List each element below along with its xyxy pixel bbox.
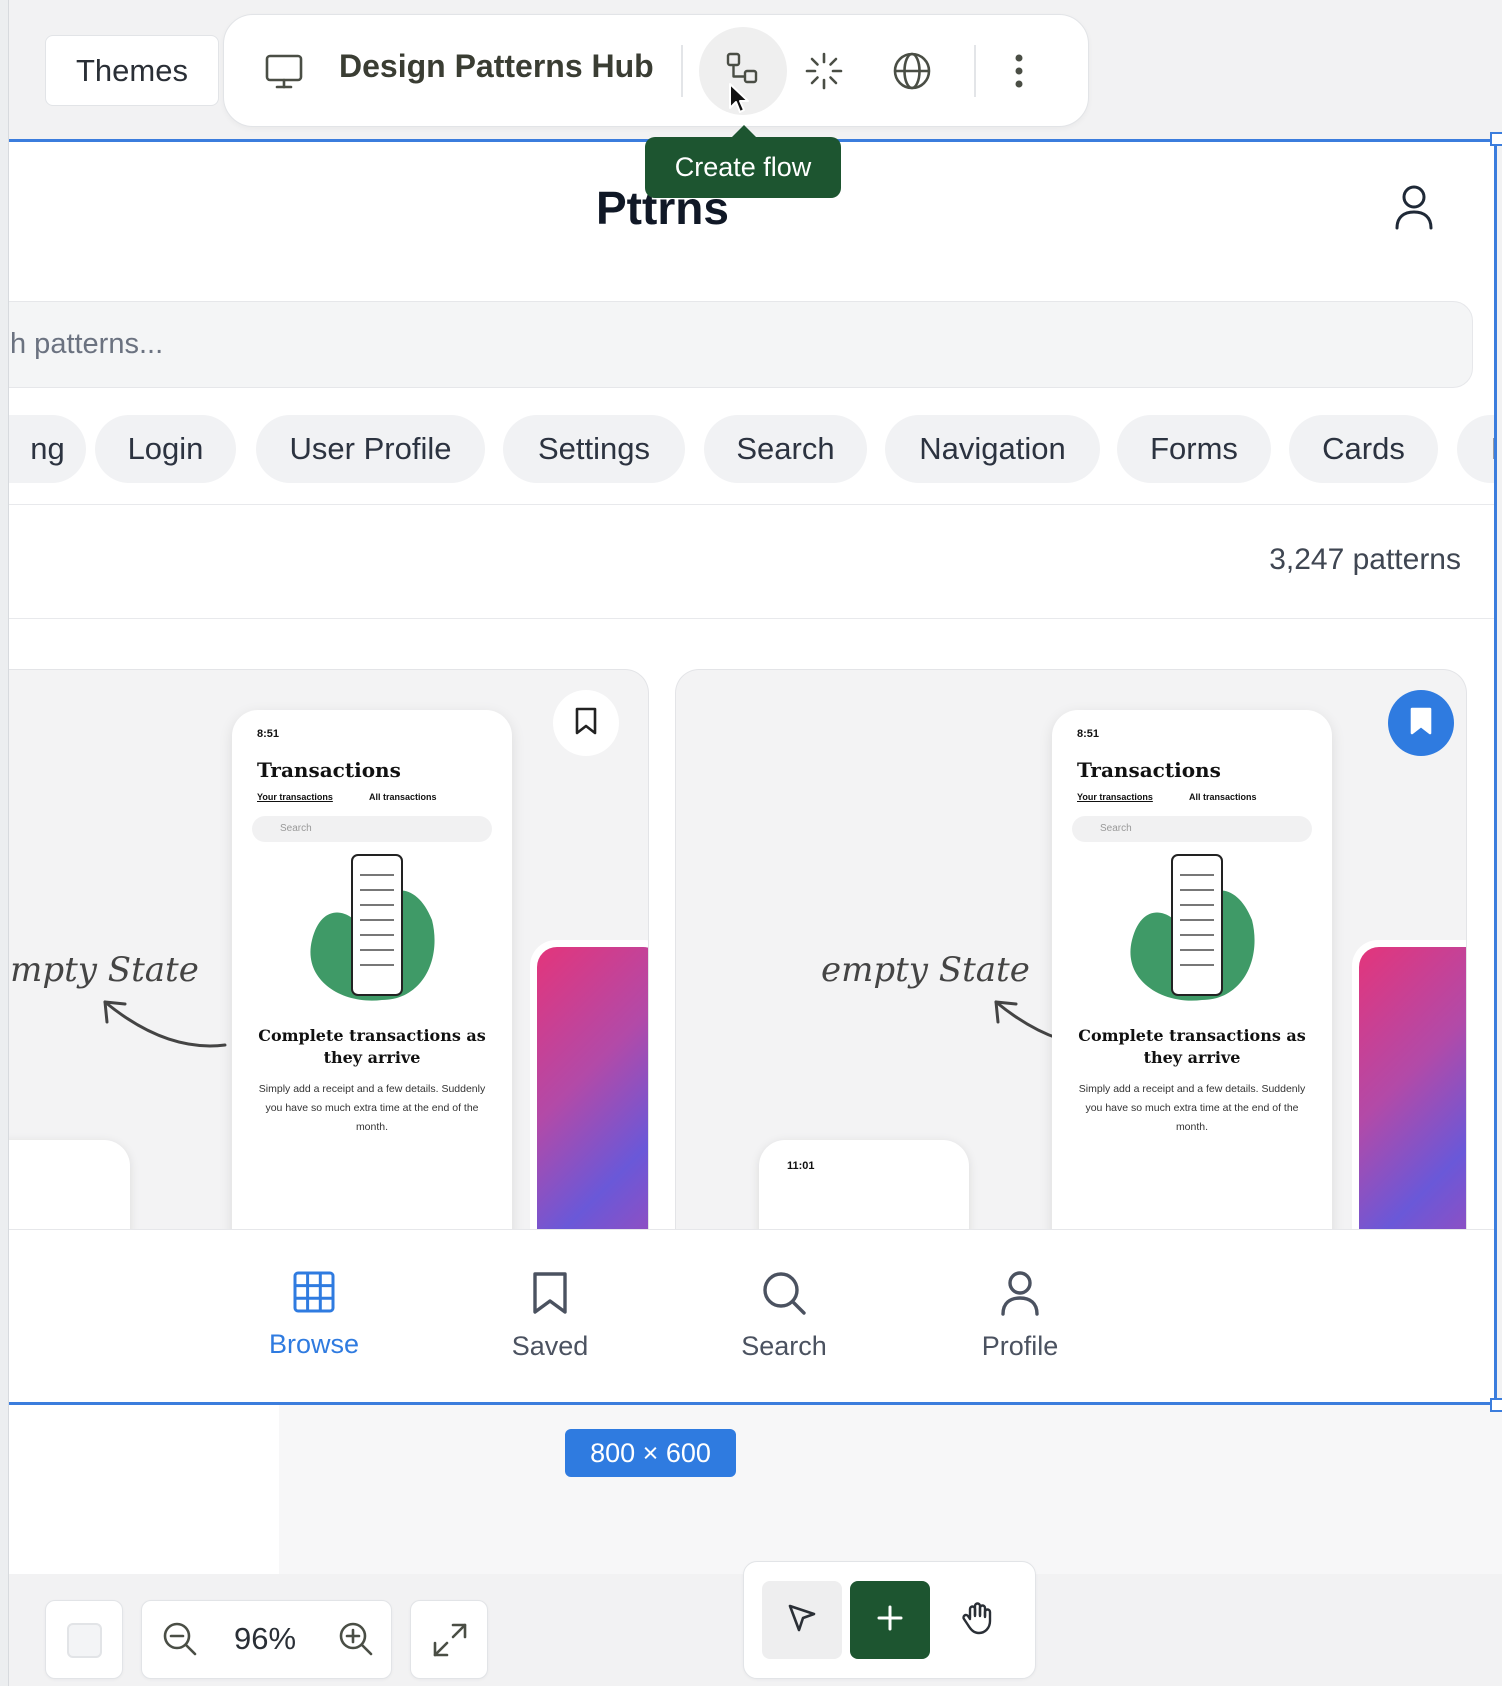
hand-icon [960,1600,996,1641]
plus-icon [875,1603,905,1638]
fit-to-screen-button[interactable] [410,1600,488,1679]
phone-time: 8:51 [257,728,280,740]
mini-phone-mockup [9,1140,130,1229]
phone-search: Search [252,816,492,842]
phone-heading: Complete transactions as they arrive [258,1026,486,1067]
nav-search[interactable]: Search [704,1270,864,1362]
tool-palette [743,1561,1036,1679]
zoom-level: 96% [234,1621,297,1656]
chip-navigation[interactable]: Navigation [885,415,1100,483]
phone-tab: All transactions [369,792,437,802]
globe-icon[interactable] [892,51,932,91]
chip-partial-right[interactable]: L [1457,415,1497,483]
gradient-phone-mockup: Sc [530,940,648,1229]
desktop-icon[interactable] [264,53,304,91]
gradient-phone-mockup: Sc [1352,940,1466,1229]
select-tool-button[interactable] [762,1581,842,1659]
phone-heading: Complete transactions as they arrive [1078,1026,1306,1067]
user-icon [1000,1270,1040,1323]
handwriting-annotation: empty State [821,950,1030,990]
expand-icon [431,1621,469,1664]
left-panel-edge [0,0,9,1686]
chip-partial-left[interactable]: ng [9,415,86,483]
mouse-cursor-icon [728,82,752,121]
preview-frame: Pttrns h patterns... ng Login User Profi… [9,139,1497,1405]
hand-tool-button[interactable] [938,1581,1018,1659]
phone-title: Transactions [1077,758,1221,782]
handwriting-annotation: empty State [9,950,199,990]
nav-profile[interactable]: Profile [940,1270,1100,1362]
chip-login[interactable]: Login [95,415,236,483]
mini-phone-mockup: 11:01 [759,1140,969,1229]
frame-size-badge: 800 × 600 [565,1429,736,1477]
chip-search[interactable]: Search [704,415,867,483]
square-icon [67,1623,102,1658]
mini-phone-time: 11:01 [787,1160,815,1172]
nav-label: Search [741,1331,827,1361]
profile-icon[interactable] [1394,184,1434,235]
bookmark-icon [530,1270,570,1323]
nav-label: Browse [268,1329,360,1359]
phone-search: Search [1072,816,1312,842]
create-flow-tooltip: Create flow [645,137,841,198]
nav-label: Saved [511,1331,589,1361]
arrow-annotation [103,1000,227,1048]
phone-title: Transactions [257,758,401,782]
bookmark-filled-icon [1409,706,1433,741]
toolbar-divider [974,45,976,97]
phone-mockup: 8:51 Transactions Your transactions All … [232,710,512,1229]
receipt-illustration [310,854,435,1001]
canvas-area-secondary [279,1404,1502,1574]
search-input-text: h patterns... [10,328,164,360]
bottom-navigation: Browse Saved Search Profile [9,1229,1497,1405]
divider [9,618,1497,619]
resize-handle[interactable] [1490,1398,1502,1412]
pointer-icon [786,1602,818,1639]
phone-tab: Your transactions [257,792,333,802]
add-tool-button[interactable] [850,1581,930,1659]
resize-handle[interactable] [1490,132,1502,146]
bookmark-button-active[interactable] [1388,690,1454,756]
chip-user-profile[interactable]: User Profile [256,415,485,483]
zoom-out-icon[interactable] [162,1621,198,1662]
bookmark-icon [574,706,598,741]
phone-tab: Your transactions [1077,792,1153,802]
zoom-control: 96% [141,1600,392,1679]
phone-body-text: Simply add a receipt and a few details. … [258,1083,486,1133]
toolbar-divider [681,45,683,97]
divider [9,504,1497,505]
phone-mockup: 8:51 Transactions Your transactions All … [1052,710,1332,1229]
app-title: Design Patterns Hub [339,48,654,84]
loader-icon[interactable] [804,51,844,91]
chip-cards[interactable]: Cards [1289,415,1438,483]
phone-time: 8:51 [1077,728,1100,740]
grid-icon [292,1270,336,1321]
receipt-illustration [1130,854,1255,1001]
layer-toggle-button[interactable] [45,1600,123,1679]
pattern-card[interactable]: empty State 11:01 8:51 Transactions Your… [675,669,1467,1229]
pattern-count: 3,247 patterns [1269,543,1461,576]
search-input[interactable]: h patterns... [9,301,1473,388]
zoom-in-icon[interactable] [338,1621,374,1662]
pattern-card[interactable]: empty State 8:51 Transactions Your trans… [9,669,649,1229]
nav-browse[interactable]: Browse [234,1270,394,1360]
phone-tab: All transactions [1189,792,1257,802]
search-icon [761,1270,807,1323]
nav-label: Profile [981,1331,1059,1361]
top-toolbar: Design Patterns Hub [223,14,1089,127]
bookmark-button[interactable] [553,690,619,756]
chip-settings[interactable]: Settings [503,415,685,483]
canvas-area [9,1404,279,1574]
chip-forms[interactable]: Forms [1117,415,1271,483]
more-vertical-icon[interactable] [1014,53,1024,89]
phone-body-text: Simply add a receipt and a few details. … [1078,1083,1306,1133]
nav-saved[interactable]: Saved [470,1270,630,1362]
themes-button[interactable]: Themes [45,35,219,106]
category-chips: ng Login User Profile Settings Search Na… [9,415,1497,485]
